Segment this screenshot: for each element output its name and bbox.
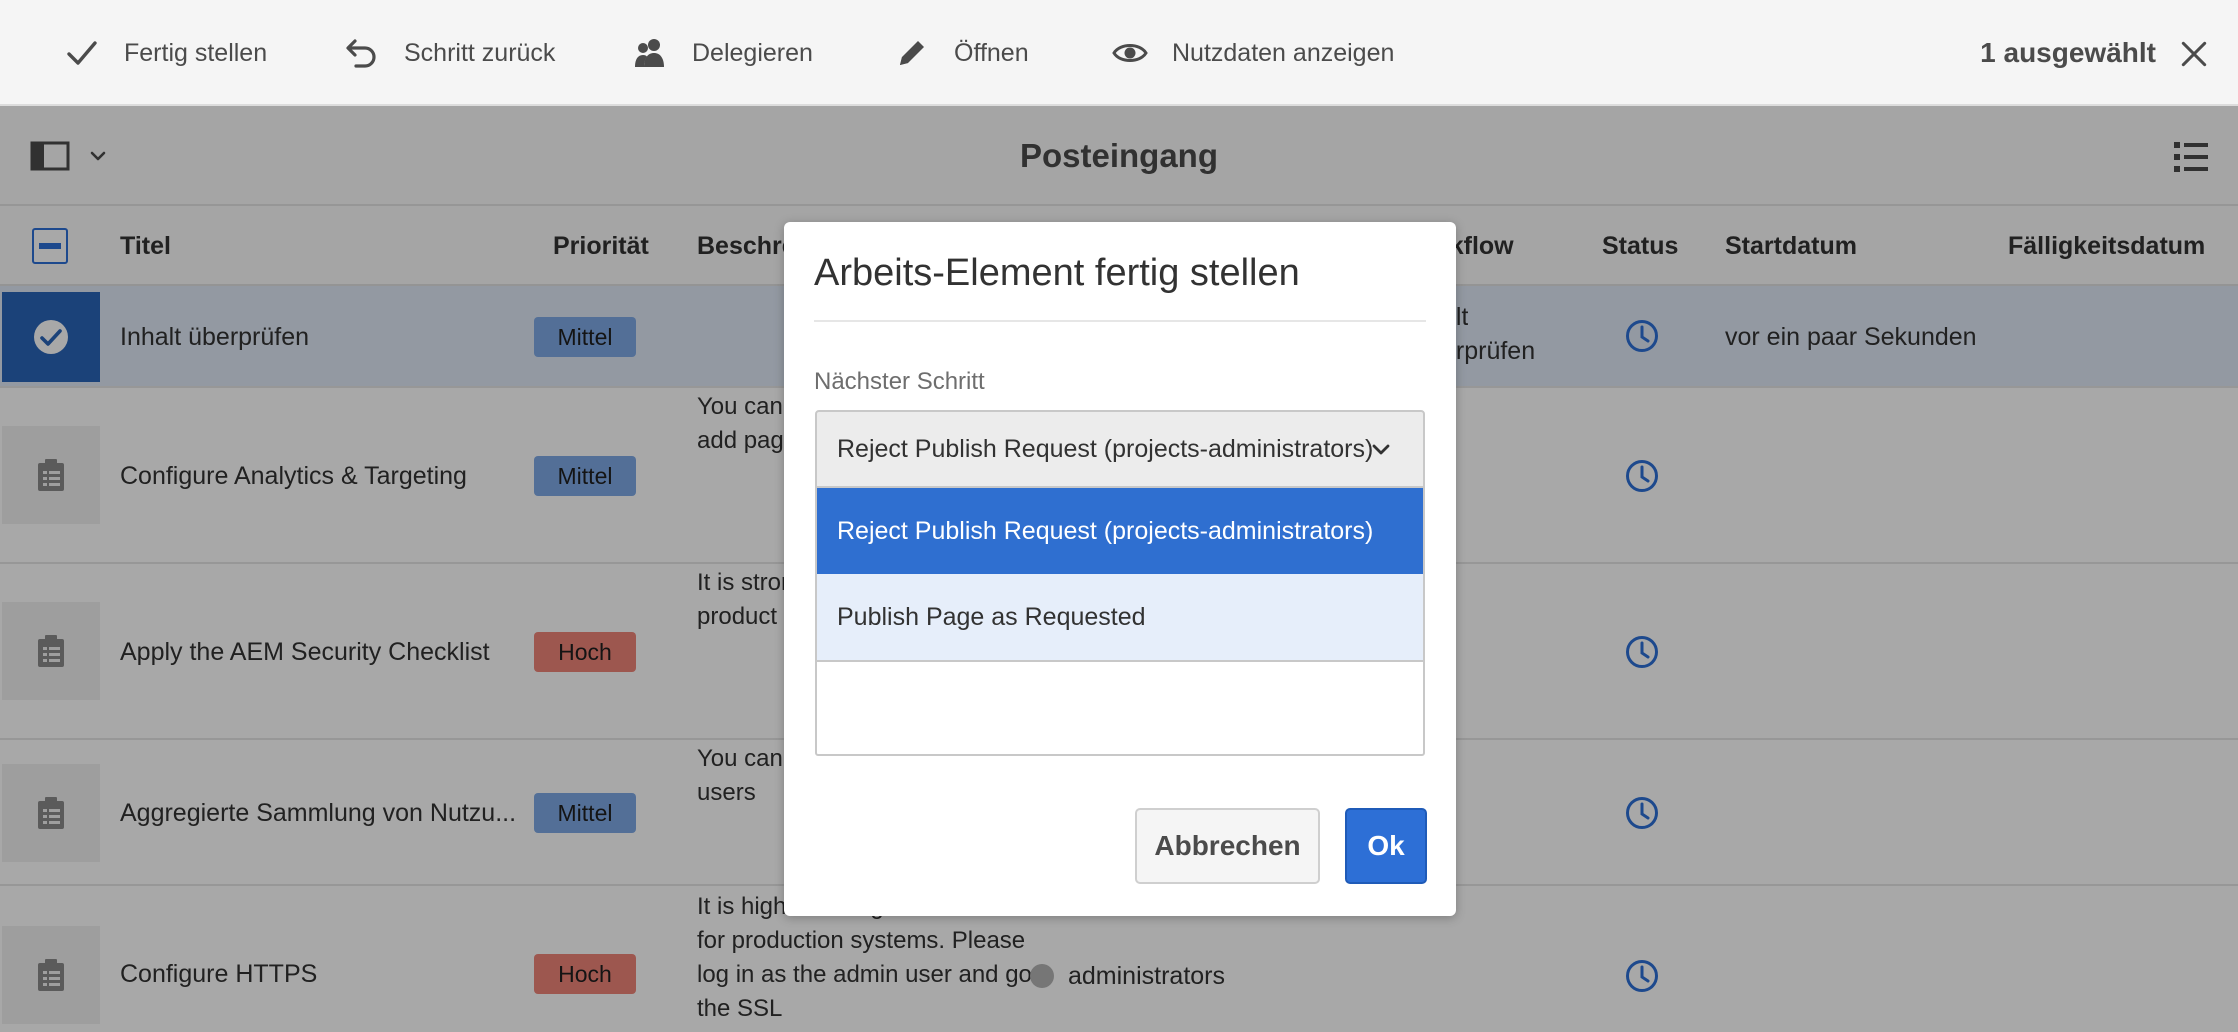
next-step-select[interactable]: Reject Publish Request (projects-adminis…	[815, 410, 1425, 488]
next-step-options-menu: Reject Publish Request (projects-adminis…	[815, 488, 1425, 662]
option-reject-publish-request[interactable]: Reject Publish Request (projects-adminis…	[817, 488, 1423, 574]
close-icon	[2181, 41, 2207, 67]
chevron-down-icon	[1372, 444, 1390, 455]
next-step-selected-value: Reject Publish Request (projects-adminis…	[837, 434, 1374, 463]
next-step-label: Nächster Schritt	[814, 368, 985, 395]
step-back-button[interactable]: Schritt zurück	[342, 0, 555, 106]
step-back-label: Schritt zurück	[404, 38, 556, 67]
show-payload-button[interactable]: Nutzdaten anzeigen	[1110, 0, 1394, 106]
action-bar: Fertig stellen Schritt zurück Delegieren…	[0, 0, 2238, 106]
complete-work-item-dialog: Arbeits-Element fertig stellen Nächster …	[784, 222, 1456, 916]
cancel-button[interactable]: Abbrechen	[1135, 808, 1320, 884]
delegate-button[interactable]: Delegieren	[630, 0, 813, 106]
undo-icon	[342, 33, 382, 73]
eye-icon	[1110, 33, 1150, 73]
delegate-label: Delegieren	[692, 38, 813, 67]
option-publish-page-as-requested[interactable]: Publish Page as Requested	[817, 574, 1423, 660]
delegate-users-icon	[630, 33, 670, 73]
selection-count: 1 ausgewählt	[1980, 37, 2156, 68]
open-label: Öffnen	[954, 38, 1029, 67]
ok-button[interactable]: Ok	[1345, 808, 1427, 884]
pencil-icon	[892, 33, 932, 73]
show-payload-label: Nutzdaten anzeigen	[1172, 38, 1395, 67]
close-selection-button[interactable]	[2176, 36, 2212, 72]
dialog-divider	[814, 320, 1426, 322]
finish-label: Fertig stellen	[124, 38, 268, 67]
finish-button[interactable]: Fertig stellen	[62, 0, 267, 106]
open-button[interactable]: Öffnen	[892, 0, 1029, 106]
dialog-title: Arbeits-Element fertig stellen	[814, 252, 1300, 294]
checkmark-icon	[62, 33, 102, 73]
